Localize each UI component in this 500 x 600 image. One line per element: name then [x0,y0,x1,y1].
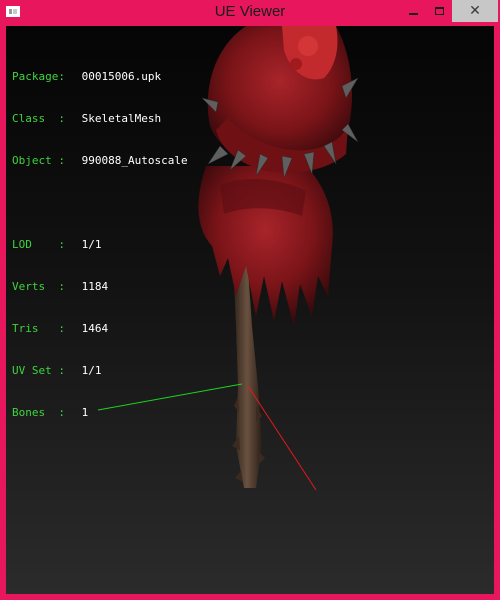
title-bar[interactable]: UE Viewer ✕ [0,0,500,26]
info-label: Package: [12,70,65,83]
info-value: 990088_Autoscale [81,154,188,167]
info-value: SkeletalMesh [81,112,162,125]
info-lod: LOD : 1/1 [12,238,188,252]
info-uvset: UV Set : 1/1 [12,364,188,378]
info-tris: Tris : 1464 [12,322,188,336]
info-value: 1184 [81,280,109,293]
info-package: Package: 00015006.upk [12,70,188,84]
info-label: Verts : [12,280,65,293]
info-label: LOD : [12,238,65,251]
close-icon: ✕ [469,3,481,19]
info-value: 1/1 [81,238,102,251]
info-label: Tris : [12,322,65,335]
mesh-body [198,166,333,326]
info-label: Bones : [12,406,65,419]
info-class: Class : SkeletalMesh [12,112,188,126]
3d-viewport[interactable]: Package: 00015006.upk Class : SkeletalMe… [6,26,494,594]
info-label: Class : [12,112,65,125]
info-verts: Verts : 1184 [12,280,188,294]
minimize-icon [408,13,418,15]
maximize-button[interactable] [426,0,452,22]
minimize-button[interactable] [400,0,426,22]
info-object: Object : 990088_Autoscale [12,154,188,168]
mesh-info-panel: Package: 00015006.upk Class : SkeletalMe… [12,42,188,448]
maximize-icon [434,7,444,15]
info-bones: Bones : 1 [12,406,188,420]
close-button[interactable]: ✕ [452,0,498,22]
info-value: 00015006.upk [81,70,162,83]
info-label: Object : [12,154,65,167]
info-value: 1464 [81,322,109,335]
app-window: UE Viewer ✕ Package: 00015006.upk Class … [0,0,500,600]
info-value: 1/1 [81,364,102,377]
info-label: UV Set : [12,364,65,377]
info-value: 1 [81,406,89,419]
